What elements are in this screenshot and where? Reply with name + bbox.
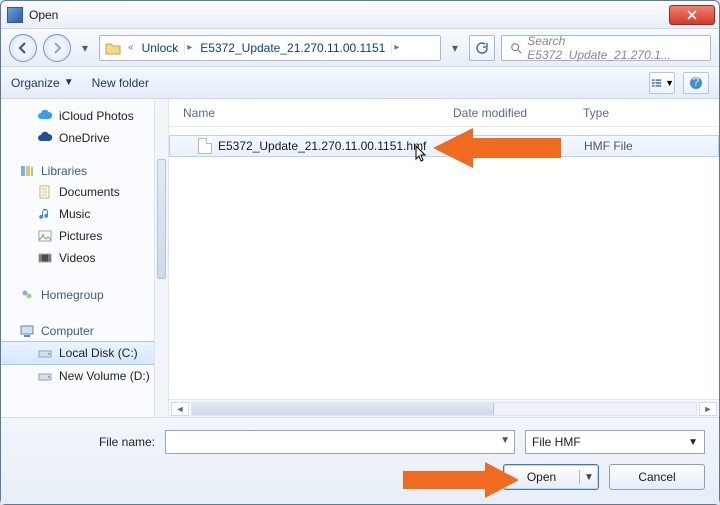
scrollbar-thumb[interactable] [157, 159, 166, 279]
drive-icon [37, 345, 53, 361]
chevron-down-icon[interactable]: ▼ [580, 472, 598, 483]
sidebar-scrollbar[interactable] [154, 99, 168, 417]
music-icon [37, 206, 53, 222]
path-dropdown[interactable]: ▾ [447, 41, 463, 55]
column-date[interactable]: Date modified [453, 106, 583, 120]
close-button[interactable] [669, 5, 715, 25]
file-date: 4 10:33 ... [454, 139, 584, 153]
videos-icon [37, 250, 53, 266]
column-name[interactable]: Name [183, 106, 453, 120]
toolbar-right: ▼ ? [649, 72, 709, 94]
window-title: Open [29, 8, 58, 22]
pictures-icon [37, 228, 53, 244]
breadcrumb-prefix: « [126, 42, 136, 53]
filename-input[interactable]: ▼ [165, 430, 515, 454]
search-placeholder: Search E5372_Update_21.270.1... [527, 34, 704, 62]
footer: File name: ▼ File HMF ▼ Open ▼ Cancel [1, 417, 719, 504]
drive-icon [37, 368, 53, 384]
toolbar: Organize ▼ New folder ▼ ? [1, 67, 719, 99]
body: iCloud Photos OneDrive Libraries Documen… [1, 99, 719, 417]
refresh-icon [475, 41, 489, 55]
sidebar-group-computer[interactable]: Computer [1, 319, 168, 341]
address-bar[interactable]: « Unlock ▸ E5372_Update_21.270.11.00.115… [99, 35, 441, 61]
file-type: HMF File [584, 139, 633, 153]
sidebar-item-onedrive[interactable]: OneDrive [1, 127, 168, 149]
list-body[interactable]: E5372_Update_21.270.11.00.1151.hmf 4 10:… [169, 127, 719, 399]
chevron-down-icon: ▼ [665, 78, 674, 88]
file-row[interactable]: E5372_Update_21.270.11.00.1151.hmf 4 10:… [169, 135, 719, 157]
file-type-filter[interactable]: File HMF ▼ [525, 430, 705, 454]
sidebar-item-icloud[interactable]: iCloud Photos [1, 105, 168, 127]
chevron-right-icon: ▸ [185, 42, 194, 53]
homegroup-icon [19, 287, 35, 303]
sidebar-item-newvolume[interactable]: New Volume (D:) [1, 365, 168, 387]
refresh-button[interactable] [469, 35, 495, 61]
app-icon [7, 7, 23, 23]
sidebar-item-documents[interactable]: Documents [1, 181, 168, 203]
open-dialog: Open ▾ « Unlock ▸ E5372_Update_21.270.11… [0, 0, 720, 505]
title-bar: Open [1, 1, 719, 29]
column-type[interactable]: Type [583, 106, 719, 120]
cloud-icon [37, 108, 53, 124]
sidebar-item-music[interactable]: Music [1, 203, 168, 225]
filename-label: File name: [15, 435, 155, 449]
file-list-pane: Name Date modified Type E5372_Update_21.… [169, 99, 719, 417]
arrow-left-icon [16, 41, 30, 55]
nav-row: ▾ « Unlock ▸ E5372_Update_21.270.11.00.1… [1, 29, 719, 67]
new-folder-button[interactable]: New folder [92, 76, 149, 90]
help-icon: ? [689, 76, 703, 90]
history-dropdown[interactable]: ▾ [77, 41, 93, 55]
file-icon [198, 138, 212, 154]
back-button[interactable] [9, 34, 37, 62]
search-input[interactable]: Search E5372_Update_21.270.1... [501, 35, 711, 61]
file-name: E5372_Update_21.270.11.00.1151.hmf [218, 139, 454, 153]
search-icon [508, 40, 523, 56]
close-icon [687, 10, 697, 20]
list-header: Name Date modified Type [169, 99, 719, 127]
breadcrumb-1[interactable]: Unlock [136, 41, 186, 55]
sidebar-item-pictures[interactable]: Pictures [1, 225, 168, 247]
sidebar-group-homegroup[interactable]: Homegroup [1, 283, 168, 305]
nav-sidebar: iCloud Photos OneDrive Libraries Documen… [1, 99, 169, 417]
documents-icon [37, 184, 53, 200]
chevron-right-icon: ▸ [392, 42, 401, 53]
view-mode-button[interactable]: ▼ [649, 72, 675, 94]
sidebar-group-libraries[interactable]: Libraries [1, 159, 168, 181]
svg-text:?: ? [693, 76, 700, 89]
scrollbar-track[interactable] [191, 402, 697, 416]
libraries-icon [19, 163, 35, 179]
chevron-down-icon[interactable]: ▼ [500, 435, 510, 446]
scroll-right-button[interactable]: ► [699, 402, 717, 416]
cloud-icon [37, 130, 53, 146]
chevron-down-icon: ▼ [64, 77, 74, 88]
scroll-left-button[interactable]: ◄ [171, 402, 189, 416]
help-button[interactable]: ? [683, 72, 709, 94]
cancel-button[interactable]: Cancel [609, 464, 705, 490]
computer-icon [19, 323, 35, 339]
breadcrumb-2[interactable]: E5372_Update_21.270.11.00.1151 [194, 41, 392, 55]
view-icon [650, 76, 663, 90]
open-button[interactable]: Open ▼ [503, 464, 599, 490]
arrow-right-icon [50, 41, 64, 55]
organize-menu[interactable]: Organize ▼ [11, 76, 74, 90]
horizontal-scrollbar[interactable]: ◄ ► [169, 399, 719, 417]
folder-icon [104, 39, 122, 57]
forward-button[interactable] [43, 34, 71, 62]
sidebar-item-localdisk[interactable]: Local Disk (C:) [1, 341, 168, 365]
sidebar-item-videos[interactable]: Videos [1, 247, 168, 269]
scrollbar-thumb[interactable] [192, 403, 494, 415]
chevron-down-icon: ▼ [688, 437, 698, 448]
